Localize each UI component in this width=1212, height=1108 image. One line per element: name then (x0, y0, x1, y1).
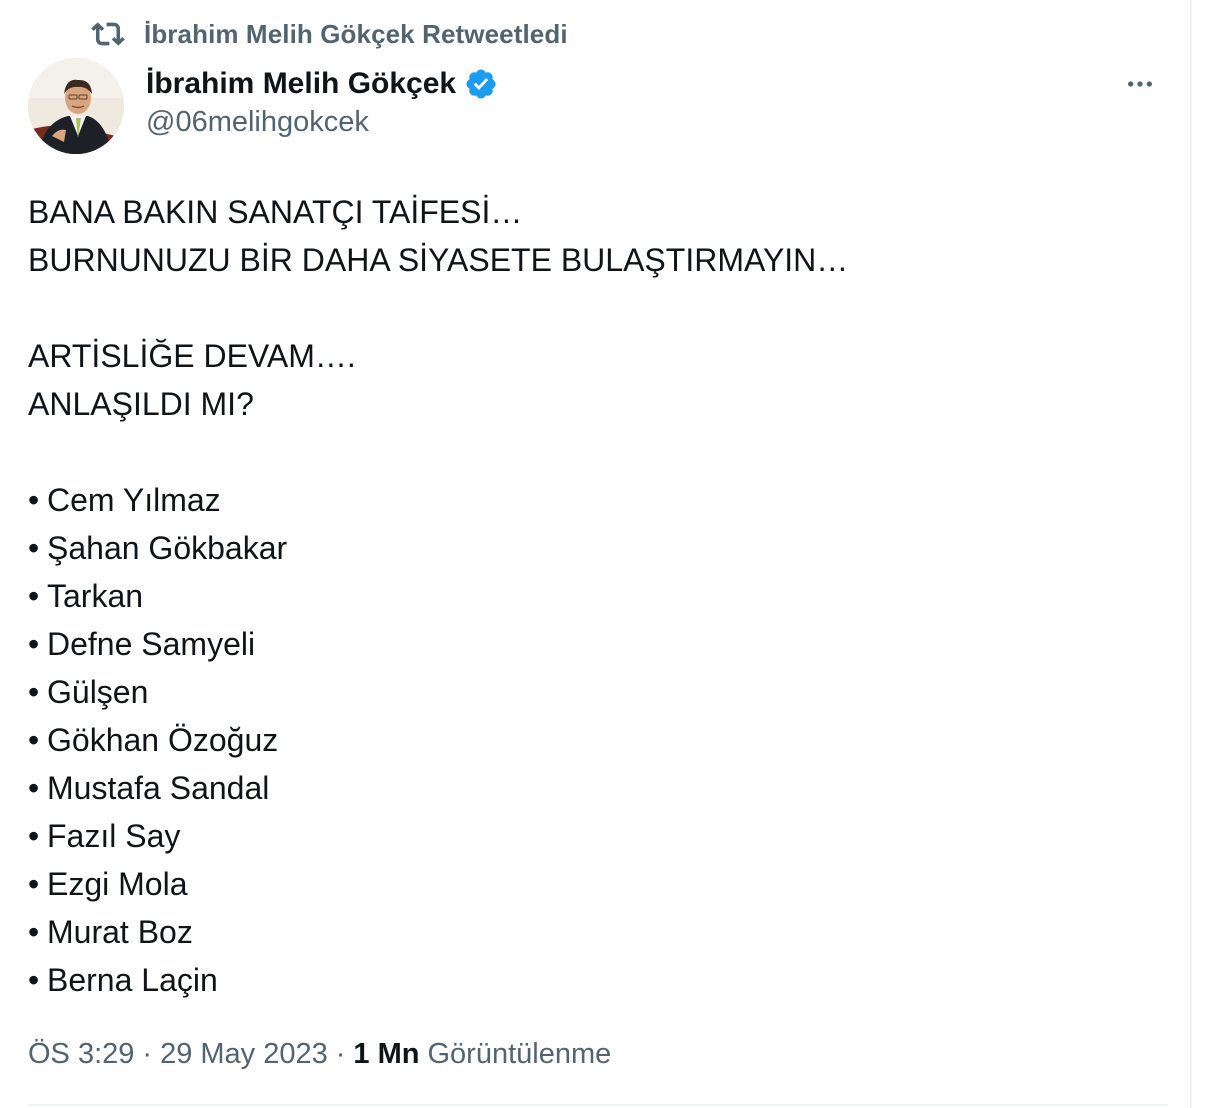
column-border (1190, 0, 1192, 1108)
retweet-icon (88, 14, 128, 54)
more-options-button[interactable] (1118, 64, 1162, 104)
list-item-text: Şahan Gökbakar (47, 530, 288, 566)
author-handle[interactable]: @06melihgokcek (146, 106, 369, 139)
list-item-text: Ezgi Mola (47, 866, 188, 902)
divider (28, 1104, 1168, 1106)
list-item: • Mustafa Sandal (28, 764, 1168, 812)
list-item-text: Murat Boz (47, 914, 193, 950)
list-item: • Tarkan (28, 572, 1168, 620)
list-item: • Fazıl Say (28, 812, 1168, 860)
meta-separator: · (142, 1037, 153, 1070)
views-label: Görüntülenme (427, 1037, 612, 1070)
list-item-text: Gülşen (47, 674, 149, 710)
list-item: • Murat Boz (28, 908, 1168, 956)
retweet-label[interactable]: İbrahim Melih Gökçek Retweetledi (144, 19, 568, 50)
tweet-meta: ÖS 3:29 · 29 May 2023 · 1 Mn Görüntülenm… (28, 1034, 611, 1074)
tweet-line: ARTİSLİĞE DEVAM…. (28, 338, 356, 374)
list-item: • Defne Samyeli (28, 620, 1168, 668)
list-item-text: Fazıl Say (47, 818, 181, 854)
list-item-text: Cem Yılmaz (47, 482, 221, 518)
author-display-name[interactable]: İbrahim Melih Gökçek (146, 67, 456, 101)
bullet: • (28, 770, 40, 806)
tweet-screenshot: İbrahim Melih Gökçek Retweetledi İbrahim… (0, 0, 1212, 1108)
list-item: • Ezgi Mola (28, 860, 1168, 908)
social-context[interactable]: İbrahim Melih Gökçek Retweetledi (88, 14, 568, 54)
views-count: 1 Mn (353, 1037, 420, 1070)
tweet-text: BANA BAKIN SANATÇI TAİFESİ… BURNUNUZU Bİ… (28, 188, 1168, 1004)
list-item-text: Mustafa Sandal (47, 770, 270, 806)
list-item-text: Tarkan (47, 578, 144, 614)
list-item: • Gülşen (28, 668, 1168, 716)
list-item: • Şahan Gökbakar (28, 524, 1168, 572)
author-name-row[interactable]: İbrahim Melih Gökçek (146, 64, 498, 104)
tweet-line: ANLAŞILDI MI? (28, 386, 254, 422)
bullet: • (28, 530, 40, 566)
list-item: • Cem Yılmaz (28, 476, 1168, 524)
tweet-line: BURNUNUZU BİR DAHA SİYASETE BULAŞTIRMAYI… (28, 242, 849, 278)
bullet: • (28, 482, 40, 518)
bullet: • (28, 674, 40, 710)
list-item-text: Gökhan Özoğuz (47, 722, 279, 758)
bullet: • (28, 626, 40, 662)
tweet-time[interactable]: ÖS 3:29 (28, 1038, 134, 1071)
list-item-text: Berna Laçin (47, 962, 218, 998)
bullet: • (28, 722, 40, 758)
list-item-text: Defne Samyeli (47, 626, 256, 662)
bullet: • (28, 818, 40, 854)
name-list: • Cem Yılmaz • Şahan Gökbakar • Tarkan • Defne … (28, 476, 1168, 1004)
bullet: • (28, 914, 40, 950)
tweet-date[interactable]: 29 May 2023 (160, 1038, 328, 1071)
verified-badge-icon[interactable] (464, 67, 498, 101)
bullet: • (28, 578, 40, 614)
meta-separator: · (335, 1037, 346, 1070)
tweet-line: BANA BAKIN SANATÇI TAİFESİ… (28, 194, 523, 230)
avatar[interactable] (28, 58, 124, 154)
bullet: • (28, 962, 40, 998)
list-item: • Gökhan Özoğuz (28, 716, 1168, 764)
bullet: • (28, 866, 40, 902)
more-options-icon (1128, 81, 1152, 87)
list-item: • Berna Laçin (28, 956, 1168, 1004)
